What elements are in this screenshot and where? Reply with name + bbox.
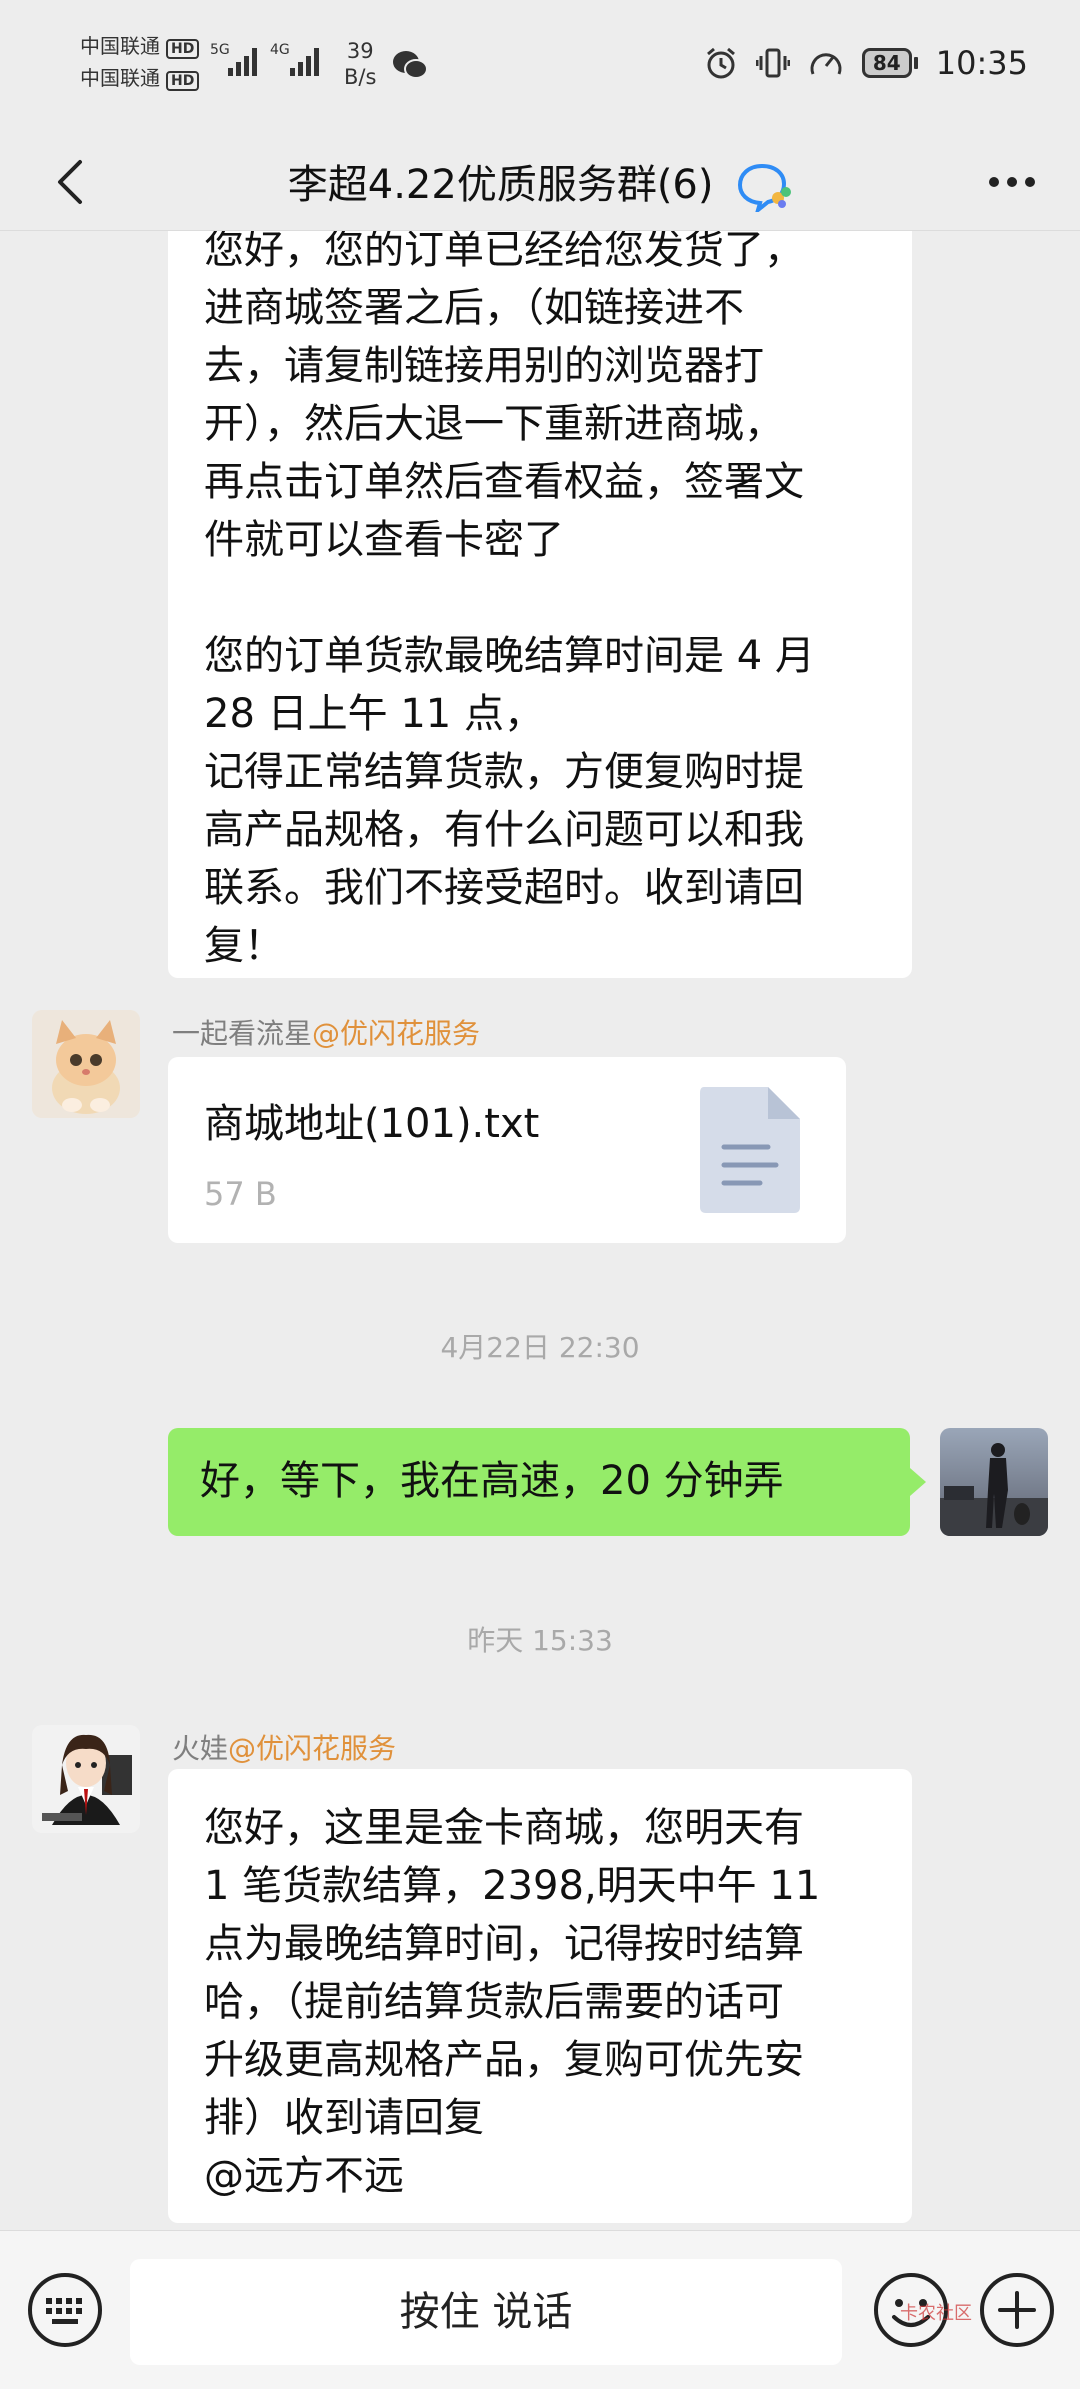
alarm-icon [706, 47, 735, 79]
page-title: 李超4.22优质服务群(6) [0, 152, 1080, 212]
sender-name: 火娃@优闪花服务 [172, 1732, 397, 1765]
file-size: 57 B [204, 1175, 277, 1213]
sender-mention: @优闪花服务 [312, 1017, 481, 1050]
message-text: 好，等下，我在高速，20 分钟弄 [200, 1458, 784, 1504]
file-name: 商城地址(101).txt [204, 1101, 540, 1147]
message-bubble-received[interactable]: 您好，这里是金卡商城，您明天有 1 笔货款结算，2398,明天中午 11 点为最… [168, 1769, 912, 2223]
message-bubble-sent[interactable]: 好，等下，我在高速，20 分钟弄 [168, 1428, 910, 1536]
hd-badge: HD [166, 71, 200, 91]
battery-indicator: 84 [861, 48, 918, 78]
hd-badge: HD [166, 39, 200, 59]
message-text: 您好，您的订单已经给您发货了， 进商城签署之后，（如链接进不 去，请复制链接用别… [204, 231, 815, 969]
message-bubble-received[interactable]: 您好，您的订单已经给您发货了， 进商城签署之后，（如链接进不 去，请复制链接用别… [168, 231, 912, 978]
group-name: 李超4.22优质服务群(6) [287, 162, 714, 208]
status-bar: 中国联通 HD 中国联通 HD 5G 4G 39 B/s 84 10:35 [0, 0, 1080, 130]
timestamp: 4月22日 22:30 [440, 1331, 640, 1364]
clock: 10:35 [935, 44, 1028, 82]
vibrate-icon [755, 48, 790, 78]
signal-icon-1 [228, 40, 257, 76]
signal-icon-2 [290, 40, 319, 76]
more-options-icon[interactable] [982, 162, 1042, 202]
wechat-icon [393, 51, 428, 79]
avatar-cat[interactable] [32, 1010, 140, 1118]
timestamp: 昨天 15:33 [467, 1624, 613, 1657]
hold-to-talk-button[interactable]: 按住 说话 [130, 2259, 842, 2365]
file-message-card[interactable]: 商城地址(101).txt 57 B [168, 1057, 846, 1243]
chat-header: 李超4.22优质服务群(6) [0, 130, 1080, 231]
carrier-2: 中国联通 HD [80, 66, 200, 91]
text-file-icon [700, 1087, 800, 1213]
sender-mention: @优闪花服务 [228, 1732, 397, 1765]
network-speed: 39 B/s [344, 39, 377, 89]
data-usage-icon [810, 53, 842, 75]
message-text: 您好，这里是金卡商城，您明天有 1 笔货款结算，2398,明天中午 11 点为最… [204, 1805, 821, 2199]
input-bar: 按住 说话 卡农社区 [0, 2230, 1080, 2389]
sender-name: 一起看流星@优闪花服务 [172, 1017, 481, 1050]
avatar-self[interactable] [940, 1428, 1048, 1536]
ai-assistant-icon[interactable] [736, 162, 792, 212]
watermark: 卡农社区 [900, 2303, 972, 2324]
bubble-tail [910, 1468, 926, 1496]
message-list[interactable]: 您好，您的订单已经给您发货了， 进商城签署之后，（如链接进不 去，请复制链接用别… [0, 231, 1080, 2230]
network-type-1: 5G [210, 42, 230, 58]
carrier-1: 中国联通 HD [80, 34, 200, 59]
network-type-2: 4G [270, 42, 290, 58]
status-right-group: 84 10:35 [704, 44, 1028, 82]
anime-girl-avatar-image [32, 1725, 140, 1833]
keyboard-toggle-icon[interactable] [26, 2271, 104, 2349]
cat-avatar-image [32, 1010, 140, 1118]
self-avatar-image [940, 1428, 1048, 1536]
more-functions-plus-icon[interactable] [978, 2271, 1056, 2349]
avatar-anime-girl[interactable] [32, 1725, 140, 1833]
